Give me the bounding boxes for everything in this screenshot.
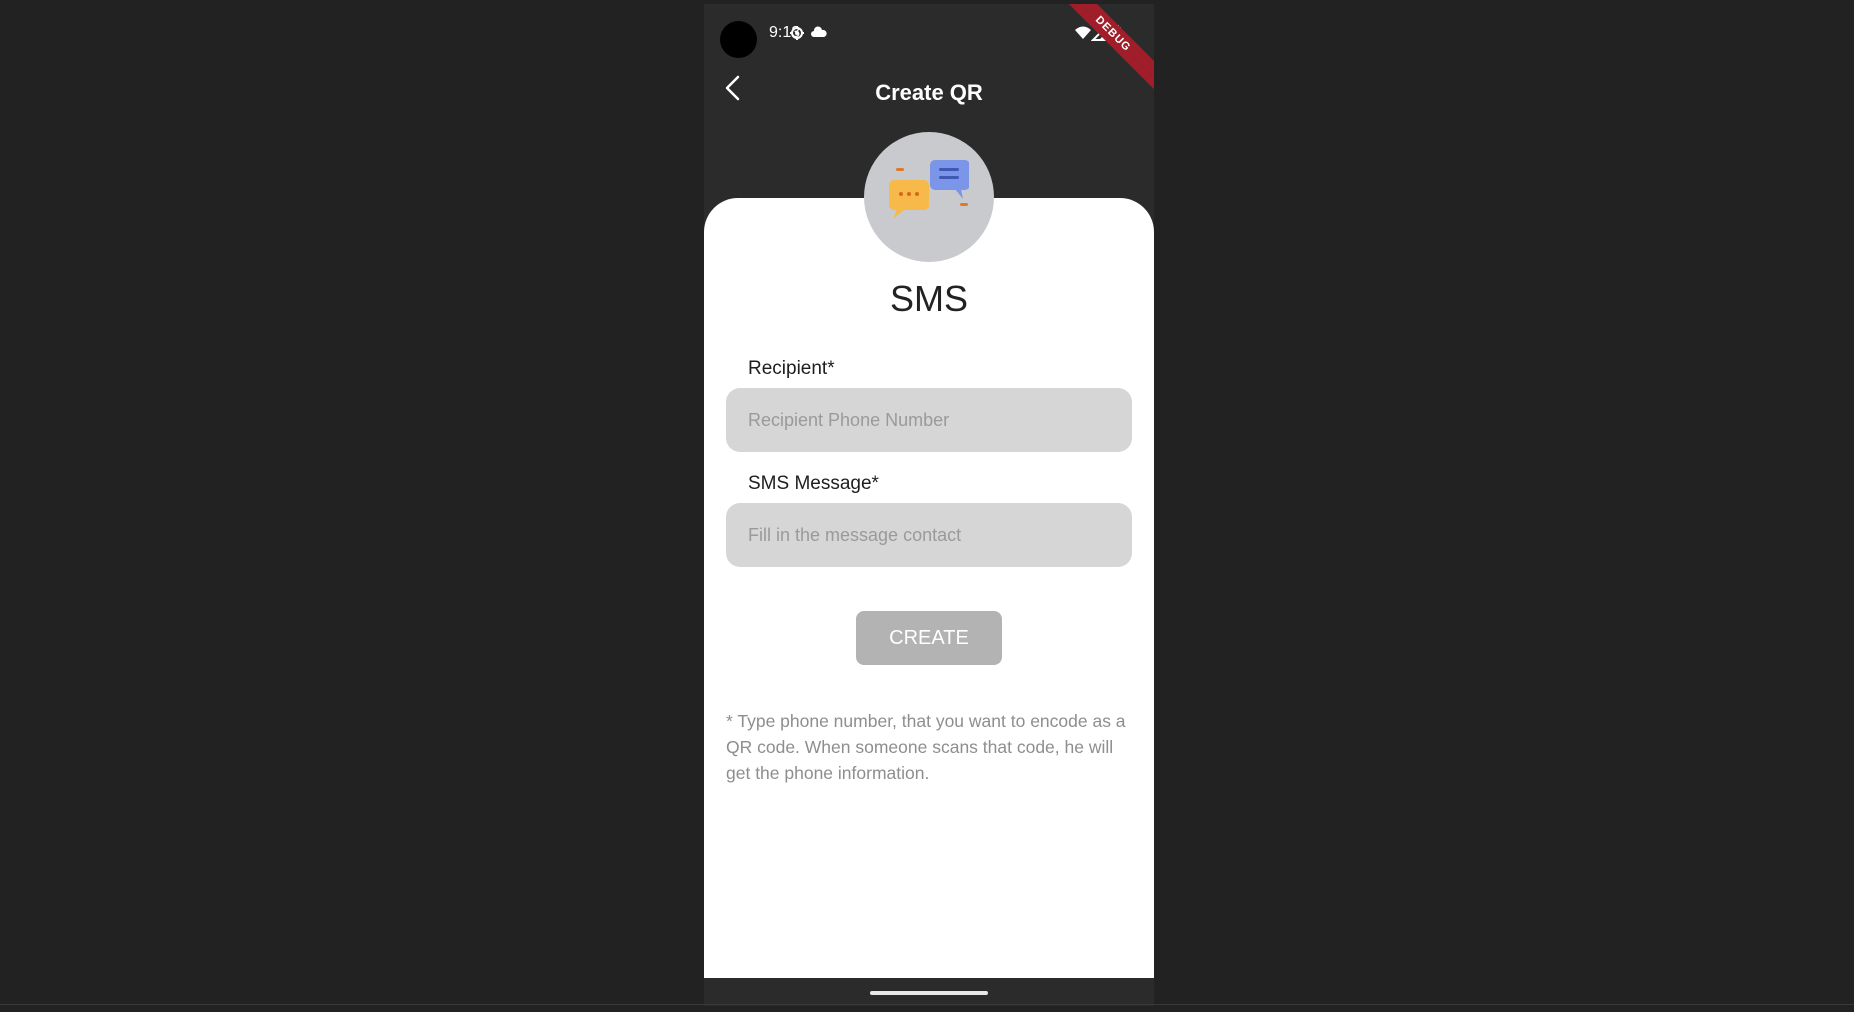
home-indicator[interactable]	[870, 991, 988, 995]
status-bar: 9:13 DEBUG	[704, 4, 1154, 95]
sms-message-input[interactable]	[726, 503, 1132, 567]
sms-avatar	[864, 132, 994, 262]
camera-cutout	[720, 21, 757, 58]
create-button[interactable]: CREATE	[856, 611, 1002, 665]
cloud-icon	[811, 26, 827, 37]
page-title: Create QR	[875, 80, 983, 105]
sms-message-label: SMS Message*	[748, 473, 879, 494]
help-text: * Type phone number, that you want to en…	[726, 711, 1126, 783]
recipient-label: Recipient*	[748, 358, 835, 379]
recipient-phone-input[interactable]	[726, 388, 1132, 452]
window-bottom-edge	[0, 1004, 1854, 1005]
chat-bubbles-icon	[889, 160, 969, 219]
phone-screen: 9:13 DEBUG Create QR SMS Recipient* Reci…	[704, 4, 1154, 1006]
system-navigation	[704, 978, 1154, 1006]
form-card: SMS Recipient* SMS Message* CREATE * Typ…	[704, 198, 1154, 978]
app-bar: Create QR	[704, 62, 1154, 126]
wifi-icon	[1075, 26, 1091, 39]
form-heading: SMS	[889, 278, 968, 319]
settings-icon	[790, 26, 804, 40]
